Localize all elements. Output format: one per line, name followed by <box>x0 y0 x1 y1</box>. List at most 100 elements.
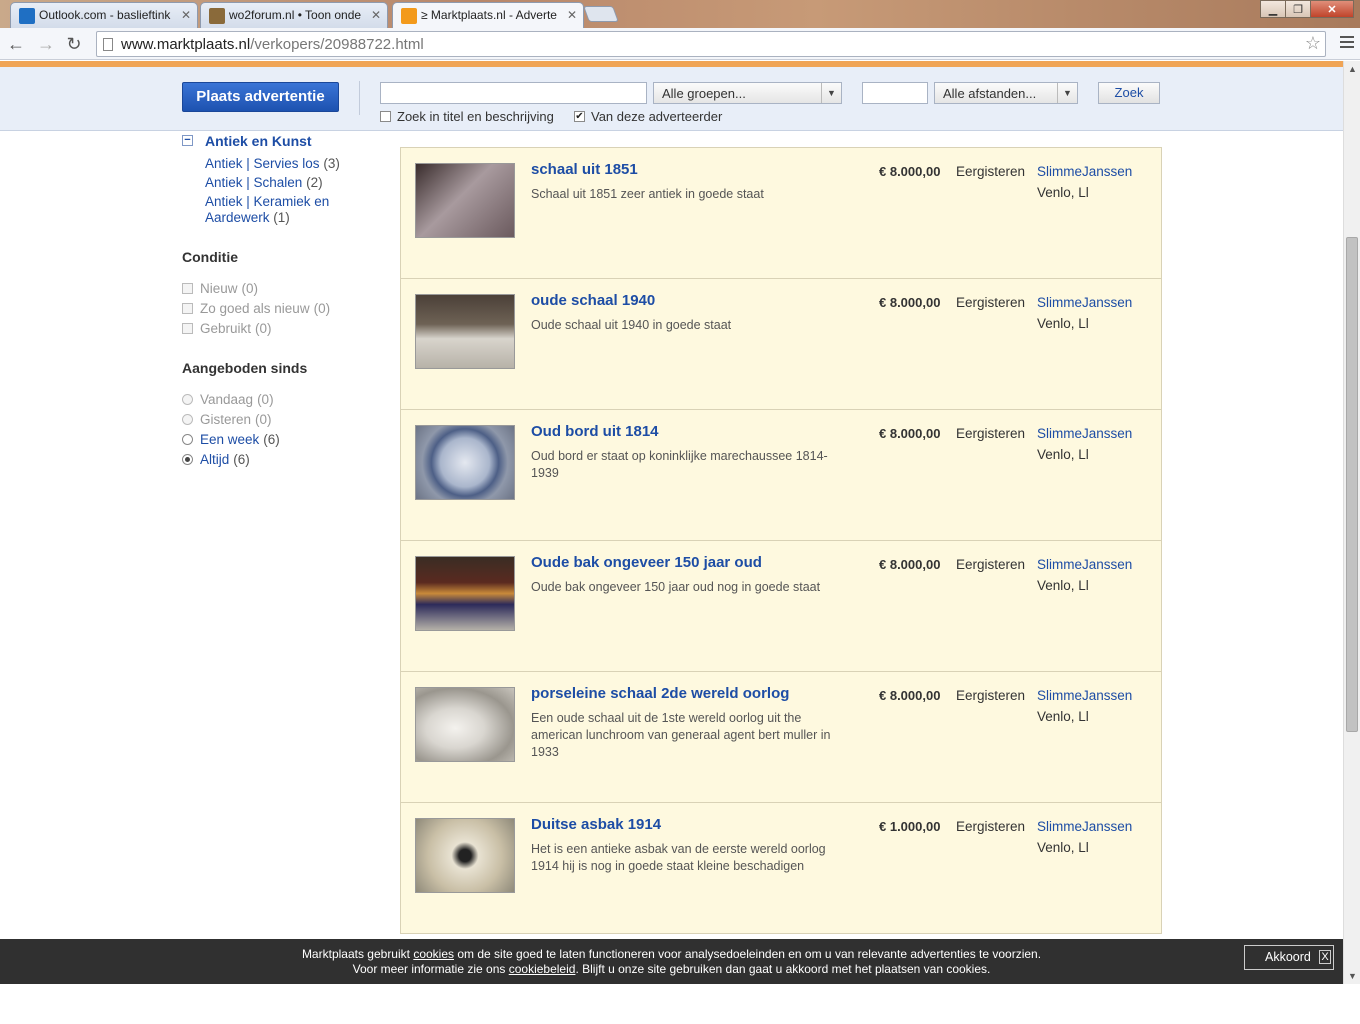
subcategory-link[interactable]: Antiek | Servies los (3) <box>205 156 395 172</box>
cookies-link[interactable]: cookies <box>413 947 454 961</box>
place-ad-button[interactable]: Plaats advertentie <box>182 82 339 112</box>
page: Plaats advertentie Alle groepen... ▼ All… <box>0 61 1343 984</box>
close-icon[interactable]: X <box>1319 950 1331 964</box>
listing-thumbnail[interactable] <box>415 294 515 369</box>
tab-label: Outlook.com - baslieftink <box>39 8 171 22</box>
forward-icon[interactable]: → <box>34 32 58 56</box>
collapse-icon[interactable]: − <box>182 135 193 146</box>
listing-row[interactable]: schaal uit 1851 Schaal uit 1851 zeer ant… <box>400 147 1162 279</box>
listing-title[interactable]: Oude bak ongeveer 150 jaar oud <box>531 554 762 571</box>
groups-select-value: Alle groepen... <box>662 86 746 101</box>
seller-link[interactable]: SlimmeJanssen <box>1037 426 1132 441</box>
listing-thumbnail[interactable] <box>415 687 515 762</box>
cookie-text: Voor meer informatie zie ons <box>352 962 509 976</box>
checkbox-checked-icon[interactable]: ✔ <box>574 111 585 122</box>
listing-price: € 8.000,00 <box>879 688 941 703</box>
listing-title[interactable]: Duitse asbak 1914 <box>531 816 661 833</box>
close-tab-icon[interactable]: ✕ <box>371 8 381 22</box>
subcategory-count: (2) <box>306 175 323 190</box>
condition-option[interactable]: Zo goed als nieuw (0) <box>182 301 330 316</box>
listing-description: Oude bak ongeveer 150 jaar oud nog in go… <box>531 580 821 594</box>
accept-cookies-button[interactable]: Akkoord X <box>1244 945 1334 970</box>
since-option[interactable]: Gisteren (0) <box>182 412 272 427</box>
subcategory-link[interactable]: Antiek | Schalen (2) <box>205 175 395 191</box>
menu-icon[interactable] <box>1340 36 1354 50</box>
radio-icon[interactable] <box>182 394 193 405</box>
close-window-icon[interactable]: ✕ <box>1310 0 1354 18</box>
listing-title[interactable]: porseleine schaal 2de wereld oorlog <box>531 685 789 702</box>
subcategory-label: Antiek | Schalen <box>205 175 303 190</box>
title-desc-checkbox[interactable]: Zoek in titel en beschrijving <box>380 109 554 124</box>
listing-thumbnail[interactable] <box>415 818 515 893</box>
bookmark-star-icon[interactable]: ☆ <box>1305 33 1321 54</box>
option-label: Nieuw <box>200 281 238 296</box>
listing-description: Schaal uit 1851 zeer antiek in goede sta… <box>531 187 764 201</box>
listing-title[interactable]: schaal uit 1851 <box>531 161 638 178</box>
listing-row[interactable]: Duitse asbak 1914 Het is een antieke asb… <box>400 802 1162 934</box>
listing-thumbnail[interactable] <box>415 556 515 631</box>
seller-link[interactable]: SlimmeJanssen <box>1037 164 1132 179</box>
listing-date: Eergisteren <box>956 164 1026 179</box>
address-bar[interactable]: www.marktplaats.nl/verkopers/20988722.ht… <box>96 31 1326 57</box>
back-icon[interactable]: ← <box>4 32 28 56</box>
seller-link[interactable]: SlimmeJanssen <box>1037 557 1132 572</box>
since-option-selected[interactable]: Altijd (6) <box>182 452 250 467</box>
listing-thumbnail[interactable] <box>415 163 515 238</box>
listing-thumbnail[interactable] <box>415 425 515 500</box>
listing-row[interactable]: porseleine schaal 2de wereld oorlog Een … <box>400 671 1162 803</box>
checkbox-unchecked-icon[interactable] <box>182 323 193 334</box>
seller-link[interactable]: SlimmeJanssen <box>1037 295 1132 310</box>
checkbox-unchecked-icon[interactable] <box>182 303 193 314</box>
reload-icon[interactable]: ↻ <box>62 32 86 56</box>
checkbox-label: Zoek in titel en beschrijving <box>397 109 554 124</box>
radio-icon[interactable] <box>182 414 193 425</box>
minimize-icon[interactable]: ▁ <box>1260 0 1286 18</box>
listing-price: € 8.000,00 <box>879 426 941 441</box>
checkbox-unchecked-icon[interactable] <box>380 111 391 122</box>
scrollbar-thumb[interactable] <box>1346 237 1358 732</box>
listing-row[interactable]: Oud bord uit 1814 Oud bord er staat op k… <box>400 409 1162 541</box>
subcategory-link[interactable]: Antiek | Keramiek en Aardewerk (1) <box>205 194 345 226</box>
subcategory-count: (3) <box>323 156 340 171</box>
condition-option[interactable]: Nieuw (0) <box>182 281 258 296</box>
subcategory-label: Antiek | Keramiek en Aardewerk <box>205 194 330 225</box>
this-advertiser-checkbox[interactable]: ✔ Van deze adverteerder <box>574 109 722 124</box>
radio-icon[interactable] <box>182 434 193 445</box>
listing-row[interactable]: oude schaal 1940 Oude schaal uit 1940 in… <box>400 278 1162 410</box>
restore-icon[interactable]: ❐ <box>1285 0 1311 18</box>
chevron-down-icon: ▼ <box>821 83 841 103</box>
since-option[interactable]: Een week (6) <box>182 432 280 447</box>
tab-marktplaats[interactable]: ≥ Marktplaats.nl - Adverte ✕ <box>392 2 584 29</box>
listing-row[interactable]: Oude bak ongeveer 150 jaar oud Oude bak … <box>400 540 1162 672</box>
since-option[interactable]: Vandaag (0) <box>182 392 274 407</box>
distance-select[interactable]: Alle afstanden... ▼ <box>934 82 1078 104</box>
close-tab-icon[interactable]: ✕ <box>181 8 191 22</box>
search-input[interactable] <box>380 82 647 104</box>
cookie-text: Marktplaats gebruikt <box>301 947 414 961</box>
scroll-up-icon[interactable]: ▲ <box>1348 64 1357 74</box>
vertical-scrollbar[interactable]: ▲ ▼ <box>1343 61 1360 984</box>
new-tab-button[interactable] <box>583 6 619 22</box>
tab-outlook[interactable]: Outlook.com - baslieftink ✕ <box>10 2 198 28</box>
postcode-input[interactable] <box>862 82 928 104</box>
marktplaats-icon <box>401 8 417 24</box>
option-label: Vandaag <box>200 392 254 407</box>
category-heading[interactable]: − Antiek en Kunst <box>182 133 312 149</box>
checkbox-unchecked-icon[interactable] <box>182 283 193 294</box>
seller-link[interactable]: SlimmeJanssen <box>1037 819 1132 834</box>
close-tab-icon[interactable]: ✕ <box>567 8 577 22</box>
radio-selected-icon[interactable] <box>182 454 193 465</box>
cookie-policy-link[interactable]: cookiebeleid <box>509 962 576 976</box>
listing-title[interactable]: oude schaal 1940 <box>531 292 655 309</box>
condition-option[interactable]: Gebruikt (0) <box>182 321 272 336</box>
listing-location: Venlo, Ll <box>1037 578 1089 593</box>
seller-link[interactable]: SlimmeJanssen <box>1037 688 1132 703</box>
search-bar: Plaats advertentie Alle groepen... ▼ All… <box>0 67 1343 131</box>
listing-title[interactable]: Oud bord uit 1814 <box>531 423 659 440</box>
search-button[interactable]: Zoek <box>1098 82 1160 104</box>
divider <box>359 81 360 115</box>
listing-location: Venlo, Ll <box>1037 316 1089 331</box>
scroll-down-icon[interactable]: ▼ <box>1348 971 1357 981</box>
tab-wo2forum[interactable]: wo2forum.nl • Toon onde ✕ <box>200 2 388 28</box>
groups-select[interactable]: Alle groepen... ▼ <box>653 82 842 104</box>
